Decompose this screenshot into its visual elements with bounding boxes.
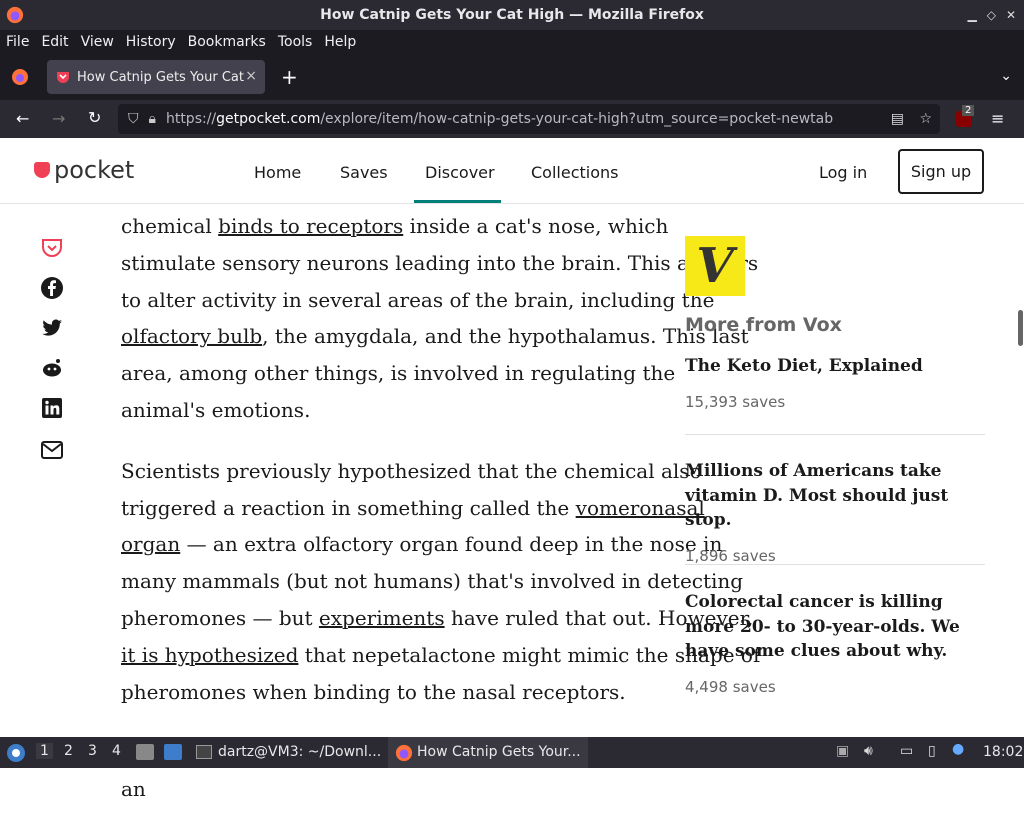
tab-title: How Catnip Gets Your Cat High <box>77 69 247 85</box>
recommendation-card[interactable]: The Keto Diet, Explained 15,393 saves <box>685 354 985 411</box>
email-icon[interactable] <box>40 438 64 462</box>
network-icon[interactable]: ▭ <box>900 743 913 759</box>
nav-home[interactable]: Home <box>254 163 301 182</box>
file-manager-icon[interactable] <box>136 744 154 760</box>
updates-icon[interactable]: ● <box>952 741 964 757</box>
link-experiments[interactable]: experiments <box>319 606 445 630</box>
linkedin-icon[interactable] <box>40 396 64 420</box>
nav-collections[interactable]: Collections <box>531 163 618 182</box>
url-path: /explore/item/how-catnip-gets-your-cat-h… <box>320 111 834 127</box>
bookmark-star-icon[interactable]: ☆ <box>919 111 932 127</box>
recommendation-title[interactable]: The Keto Diet, Explained <box>685 354 985 379</box>
tab-bar: How Catnip Gets Your Cat High × <box>0 54 1024 100</box>
extension-badge: 2 <box>962 105 975 116</box>
reload-icon[interactable]: ↻ <box>88 108 101 127</box>
pocket-save-icon[interactable] <box>40 236 64 260</box>
scrollbar-thumb[interactable] <box>1018 310 1023 346</box>
workspace-1[interactable]: 1 <box>36 743 53 759</box>
firefox-icon <box>6 6 24 24</box>
terminal-icon <box>196 745 212 759</box>
taskbar: 1 2 3 4 dartz@VM3: ~/Downl... How Catnip… <box>0 737 1024 768</box>
link-binds-to-receptors[interactable]: binds to receptors <box>218 214 403 238</box>
reader-view-icon[interactable]: ▤ <box>891 111 904 127</box>
workspace-4[interactable]: 4 <box>112 743 121 759</box>
menu-bar: File Edit View History Bookmarks Tools H… <box>0 30 1024 54</box>
recommendation-saves: 15,393 saves <box>685 392 786 411</box>
recommendation-saves: 4,498 saves <box>685 677 776 696</box>
clock: 18:02 <box>983 744 1024 760</box>
workspace-3[interactable]: 3 <box>88 743 97 759</box>
firefox-taskbar-icon <box>395 744 413 762</box>
taskbar-terminal[interactable]: dartz@VM3: ~/Downl... <box>218 744 381 760</box>
menu-tools[interactable]: Tools <box>278 34 313 50</box>
pocket-header <box>0 138 1024 204</box>
login-link[interactable]: Log in <box>819 163 867 182</box>
volume-icon[interactable]: 🔊︎ <box>864 743 873 759</box>
reddit-icon[interactable] <box>40 356 64 380</box>
facebook-icon[interactable] <box>40 276 64 300</box>
window-titlebar: How Catnip Gets Your Cat High — Mozilla … <box>0 0 1024 30</box>
menu-help[interactable]: Help <box>324 34 356 50</box>
twitter-icon[interactable] <box>40 316 64 340</box>
notes-icon[interactable]: ▯ <box>928 743 936 759</box>
window-title: How Catnip Gets Your Cat High — Mozilla … <box>320 7 704 23</box>
tray-clipboard-icon[interactable]: ▣ <box>836 743 849 759</box>
menu-bookmarks[interactable]: Bookmarks <box>188 34 266 50</box>
menu-view[interactable]: View <box>81 34 114 50</box>
taskbar-firefox[interactable]: How Catnip Gets Your... <box>417 744 581 760</box>
firefox-view-icon[interactable] <box>10 67 30 87</box>
divider <box>685 434 985 435</box>
menu-file[interactable]: File <box>6 34 29 50</box>
link-olfactory-bulb[interactable]: olfactory bulb <box>121 324 262 348</box>
close-icon[interactable]: ✕ <box>1006 8 1016 22</box>
tab-article[interactable]: How Catnip Gets Your Cat High × <box>47 60 265 94</box>
pocket-logo[interactable]: pocket <box>34 156 134 184</box>
recommendation-card[interactable]: Millions of Americans take vitamin D. Mo… <box>685 459 985 565</box>
desktop-icon[interactable] <box>164 744 182 760</box>
shield-icon[interactable]: ⛉ <box>128 111 139 127</box>
url-host: getpocket.com <box>216 111 321 127</box>
recommendation-card[interactable]: Colorectal cancer is killing more 20- to… <box>685 590 985 696</box>
recommendation-saves: 1,896 saves <box>685 546 776 565</box>
url-prefix: https:// <box>165 111 217 127</box>
article-paragraph: Scientists previously hypothesized that … <box>121 458 761 704</box>
forward-icon[interactable]: → <box>52 109 65 128</box>
link-it-is-hypothesized[interactable]: it is hypothesized <box>121 643 298 667</box>
menu-edit[interactable]: Edit <box>41 34 68 50</box>
start-menu-icon[interactable] <box>6 743 26 763</box>
back-icon[interactable]: ← <box>16 109 29 128</box>
url-bar[interactable]: ⛉ 🔒︎ https://getpocket.com/explore/item/… <box>118 104 940 134</box>
signup-button[interactable]: Sign up <box>898 149 984 194</box>
minimize-icon[interactable]: ▁ <box>967 8 976 22</box>
article-paragraph: chemical binds to receptors inside a cat… <box>121 214 759 422</box>
recommendation-title[interactable]: Colorectal cancer is killing more 20- to… <box>685 590 985 664</box>
active-nav-indicator <box>414 200 501 203</box>
nav-saves[interactable]: Saves <box>340 163 388 182</box>
maximize-icon[interactable]: ◇ <box>987 8 996 22</box>
more-from-heading: More from Vox <box>685 314 842 336</box>
divider <box>685 564 985 565</box>
menu-history[interactable]: History <box>126 34 176 50</box>
nav-discover[interactable]: Discover <box>425 163 495 182</box>
workspace-2[interactable]: 2 <box>64 743 73 759</box>
vox-logo[interactable]: V <box>685 236 745 296</box>
list-tabs-icon[interactable]: ⌄ <box>1000 68 1012 84</box>
lock-icon[interactable]: 🔒︎ <box>149 111 156 127</box>
pocket-favicon-icon <box>57 72 69 83</box>
tab-close-icon[interactable]: × <box>245 68 257 84</box>
recommendation-title[interactable]: Millions of Americans take vitamin D. Mo… <box>685 459 985 533</box>
new-tab-icon[interactable]: + <box>281 65 298 89</box>
menu-hamburger-icon[interactable]: ≡ <box>991 109 1004 128</box>
pocket-wordmark: pocket <box>54 156 135 184</box>
pocket-logo-icon <box>34 162 50 178</box>
